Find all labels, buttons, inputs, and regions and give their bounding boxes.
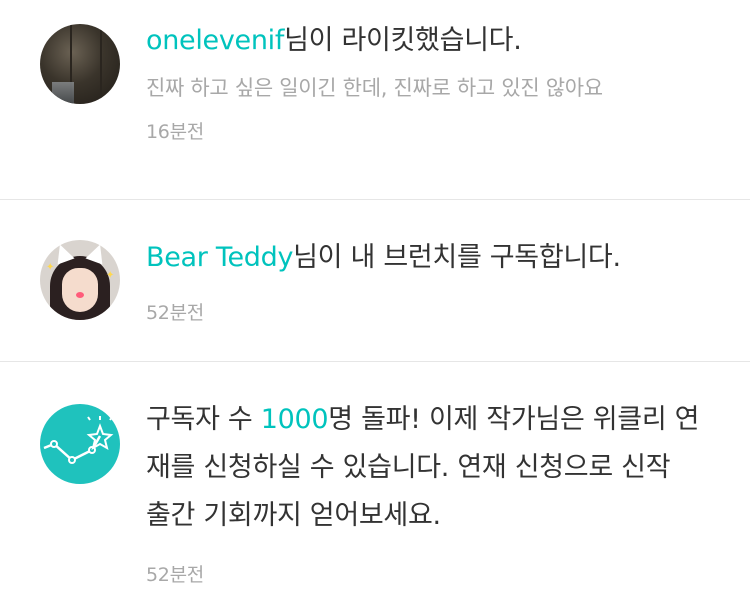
notification-item-subscribe[interactable]: ✦ ✦ Bear Teddy님이 내 브런치를 구독합니다. 52분전 [0,200,750,362]
liked-comment-text: 진짜 하고 싶은 일이긴 한데, 진짜로 하고 있진 않아요 [146,76,603,100]
notification-message: Bear Teddy님이 내 브런치를 구독합니다. [146,242,621,273]
avatar[interactable] [40,24,120,104]
notification-item-like[interactable]: onelevenif님이 라이킷했습니다. 진짜 하고 싶은 일이긴 한데, 진… [0,0,750,200]
timestamp: 52분전 [146,302,204,324]
notification-message: 구독자 수 1000명 돌파! 이제 작가님은 위클리 연재를 신청하실 수 있… [146,404,700,531]
timestamp: 52분전 [146,564,204,586]
notification-item-milestone[interactable]: 구독자 수 1000명 돌파! 이제 작가님은 위클리 연재를 신청하실 수 있… [0,362,750,607]
username-link[interactable]: Bear Teddy [146,242,293,273]
avatar[interactable]: ✦ ✦ [40,240,120,320]
stats-icon [40,404,120,484]
notification-message: onelevenif님이 라이킷했습니다. [146,25,522,56]
username-link[interactable]: onelevenif [146,25,284,56]
timestamp: 16분전 [146,121,204,143]
subscriber-count: 1000 [260,404,329,435]
